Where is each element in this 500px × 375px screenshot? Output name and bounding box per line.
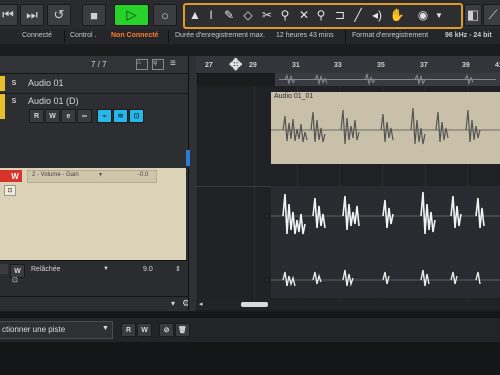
edit-icon[interactable]: ⌂ xyxy=(136,59,148,70)
glue-tool-icon[interactable]: ⚲ xyxy=(277,7,293,23)
scroll-down-icon[interactable]: ▾ xyxy=(171,299,175,308)
mute-tool-icon[interactable]: ✕ xyxy=(296,7,312,23)
chevron-down-icon: ▼ xyxy=(102,325,109,332)
track-counter: 7 / 7 xyxy=(91,60,107,69)
timeline-ruler[interactable]: 27 29 31 33 35 37 39 41 ✥ xyxy=(196,56,500,74)
chevron-down-icon: ▼ xyxy=(98,172,103,178)
lanes-icon[interactable]: ≋ xyxy=(113,109,128,123)
ruler-bar-label: 29 xyxy=(249,62,257,69)
snap-icon[interactable]: ◧ xyxy=(464,4,482,26)
play-tool-icon[interactable]: ◂) xyxy=(369,7,385,23)
clip-name: Audio 01_01 xyxy=(274,93,314,100)
ruler-bar-label: 39 xyxy=(462,62,470,69)
stop-icon[interactable]: ■ xyxy=(82,4,106,26)
record-icon[interactable]: ○ xyxy=(153,4,177,26)
range-tool-icon[interactable]: I xyxy=(203,7,219,23)
lock-icon[interactable]: ⊡ xyxy=(129,109,144,123)
comp-tool-icon[interactable]: ⊐ xyxy=(332,7,348,23)
status-format-label: Format d'enregistrement xyxy=(352,32,429,39)
move-cursor-icon: ✥ xyxy=(229,57,243,74)
automation-lane-row[interactable]: W Relâchée ▼ 9.0 ⇕ ⊡ xyxy=(0,260,188,285)
read-automation-button[interactable]: R xyxy=(121,323,136,337)
status-connected: Connecté xyxy=(22,32,52,39)
lane-waveform xyxy=(271,191,500,287)
write-automation-button[interactable]: W xyxy=(45,109,60,123)
track-name[interactable]: Audio 01 xyxy=(28,78,64,88)
trash-icon[interactable]: 🗑 xyxy=(175,323,190,337)
ruler-bar-label: 31 xyxy=(292,62,300,69)
automation-parameter-select[interactable]: 2 - Volume - Gain ▼ -0.0 xyxy=(27,170,157,183)
track-color-marker xyxy=(0,94,5,119)
lane-parameter-label: Relâchée xyxy=(31,266,61,273)
lower-zone-toolbar: ctionner une piste ▼ R W ⊘ 🗑 xyxy=(0,318,500,342)
clip-overview-strip[interactable] xyxy=(275,72,500,86)
zoom-tool-icon[interactable]: ⚲ xyxy=(313,7,329,23)
chevron-down-icon[interactable]: ▼ xyxy=(431,7,447,23)
ruler-bar-label: 35 xyxy=(377,62,385,69)
vertical-scrollbar-thumb[interactable] xyxy=(186,150,190,166)
scroll-left-icon[interactable]: ◂ xyxy=(199,300,203,308)
split-tool-icon[interactable]: ✂ xyxy=(259,7,275,23)
link-icon[interactable]: ∞ xyxy=(77,109,92,123)
audio-clip[interactable]: Audio 01_01 xyxy=(271,92,500,164)
cycle-icon[interactable]: ↺ xyxy=(47,4,71,26)
write-automation-button[interactable]: W xyxy=(137,323,152,337)
select-track-dropdown[interactable]: ctionner une piste ▼ xyxy=(0,321,113,339)
status-bar: Connecté Control . Non Connecté Durée d'… xyxy=(0,29,500,44)
overview-waveform xyxy=(279,72,496,86)
horizontal-scrollbar-thumb[interactable] xyxy=(241,302,268,307)
record-marker xyxy=(0,170,8,182)
clip-waveform xyxy=(271,107,500,145)
automation-lane-panel: W 2 - Volume - Gain ▼ -0.0 ⊡ xyxy=(0,168,186,260)
status-rec-duration-value: 12 heures 43 mins xyxy=(276,32,334,39)
read-automation-button[interactable]: R xyxy=(29,109,44,123)
arrow-tool-icon[interactable]: ▲ xyxy=(187,7,203,23)
zoom-icon[interactable]: ⚲ xyxy=(152,59,164,70)
track-name[interactable]: Audio 01 (D) xyxy=(28,96,79,106)
ruler-bar-label: 37 xyxy=(420,62,428,69)
lock-icon[interactable]: ⊡ xyxy=(4,185,16,196)
horizontal-scrollbar[interactable]: ◂ xyxy=(196,299,500,310)
tool-selector: ▲ I ✎ ◇ ✂ ⚲ ✕ ⚲ ⊐ ╱ ◂) ✋ ◉ ▼ xyxy=(183,3,463,29)
audio-lane[interactable] xyxy=(271,186,500,298)
lane-value[interactable]: 9.0 xyxy=(143,266,153,273)
track-color-marker xyxy=(0,76,5,91)
write-automation-button[interactable]: W xyxy=(8,170,22,182)
select-track-label: ctionner une piste xyxy=(2,325,66,334)
edit-channel-icon[interactable]: e xyxy=(61,109,76,123)
automation-parameter-label: 2 - Volume - Gain xyxy=(32,172,79,178)
ruler-bar-label: 41 xyxy=(495,62,500,69)
ruler-bar-label: 27 xyxy=(205,62,213,69)
track-row-audio-01[interactable]: S Audio 01 xyxy=(0,74,188,94)
play-button[interactable]: ▷ xyxy=(114,4,149,26)
draw-tool-icon[interactable]: ✎ xyxy=(221,7,237,23)
ruler-bar-label: 33 xyxy=(334,62,342,69)
menu-icon[interactable]: ≡ xyxy=(170,58,176,69)
track-list-header: 7 / 7 ⌂ ⚲ ≡ xyxy=(0,56,188,74)
status-rec-duration-label: Durée d'enregistrement max. xyxy=(175,32,266,39)
status-format-value: 96 kHz - 24 bit xyxy=(445,32,492,39)
status-not-connected: Non Connecté xyxy=(111,32,159,39)
stepper-icon[interactable]: ⇕ xyxy=(175,265,181,273)
go-to-end-icon[interactable]: ⏭ xyxy=(20,4,44,26)
hand-tool-icon[interactable]: ✋ xyxy=(389,7,405,23)
automation-icon[interactable]: ⌁ xyxy=(97,109,112,123)
line-tool-icon[interactable]: ╱ xyxy=(350,7,366,23)
go-to-start-icon[interactable]: ⏮ xyxy=(0,4,18,26)
status-control: Control . xyxy=(70,32,97,39)
lock-icon[interactable]: ⊡ xyxy=(12,276,18,284)
lane-marker xyxy=(0,264,8,274)
automation-value[interactable]: -0.0 xyxy=(138,172,148,178)
solo-icon[interactable]: S xyxy=(9,78,19,88)
erase-tool-icon[interactable]: ◇ xyxy=(240,7,256,23)
transport-toolbar: ⏮ ⏭ ↺ ■ ▷ ○ ▲ I ✎ ◇ ✂ ⚲ ✕ ⚲ ⊐ ╱ ◂) ✋ ◉ ▼… xyxy=(0,0,500,30)
solo-icon[interactable]: S xyxy=(9,96,19,106)
quantize-icon[interactable]: ⟋ xyxy=(483,4,500,26)
color-tool-icon[interactable]: ◉ xyxy=(415,7,431,23)
chevron-down-icon[interactable]: ▼ xyxy=(103,266,109,272)
track-row-audio-01-d[interactable]: S Audio 01 (D) R W e ∞ ⌁ ≋ ⊡ xyxy=(0,94,188,169)
track-list-footer: ▾ ⚙ xyxy=(0,296,196,311)
bypass-icon[interactable]: ⊘ xyxy=(159,323,174,337)
